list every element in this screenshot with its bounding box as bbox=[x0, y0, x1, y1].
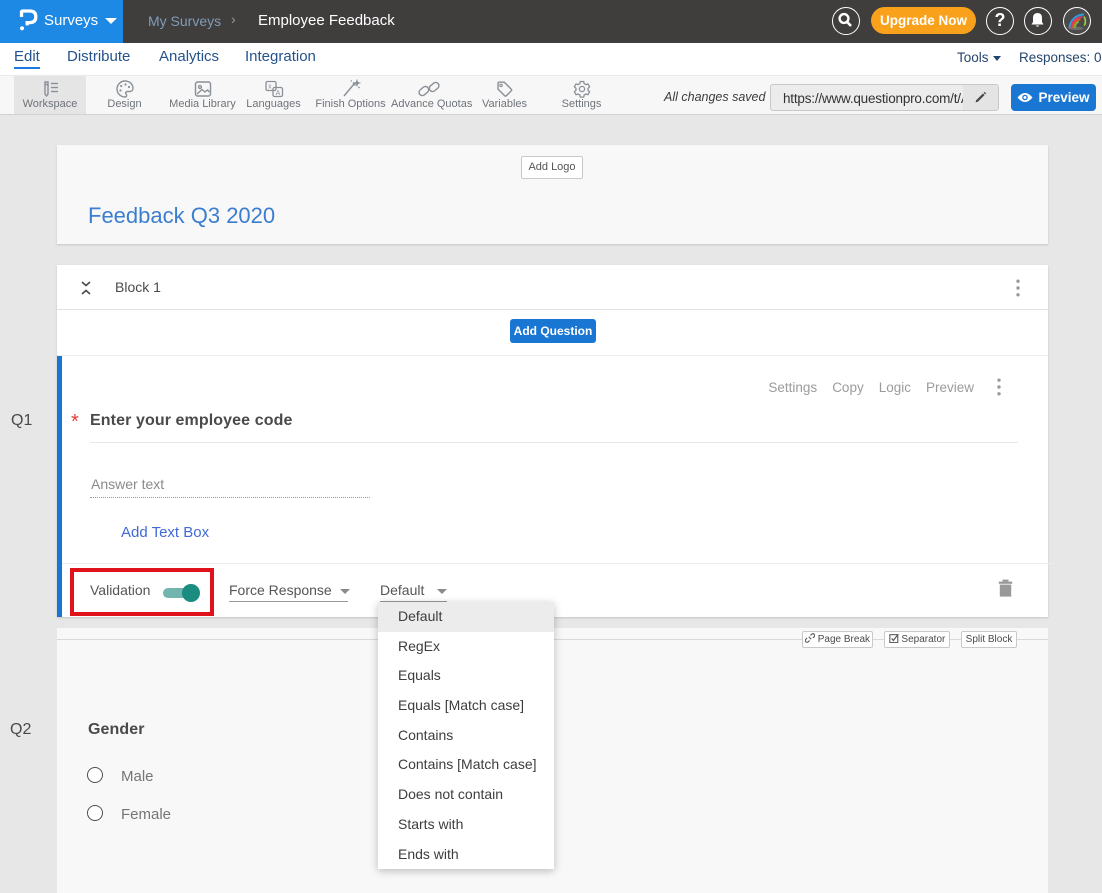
svg-text:A: A bbox=[275, 90, 280, 97]
svg-text:x̄: x̄ bbox=[268, 84, 272, 91]
